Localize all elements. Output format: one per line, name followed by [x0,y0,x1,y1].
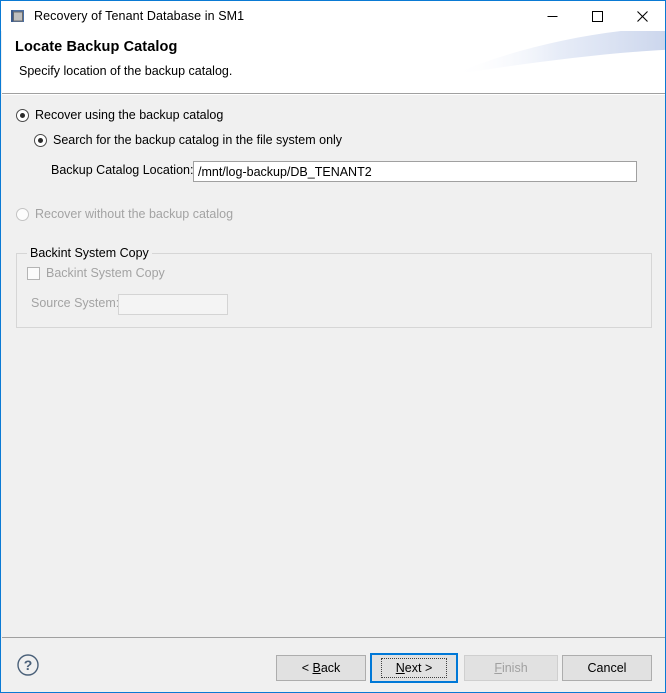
source-system-input[interactable] [118,294,228,315]
radio-recover-without-catalog[interactable]: Recover without the backup catalog [16,207,233,221]
source-system-row: Source System: [31,296,119,310]
back-button-label: < Back [301,661,341,675]
window-title: Recovery of Tenant Database in SM1 [34,9,245,23]
backint-system-copy-group: Backint System Copy Backint System Copy … [16,246,652,328]
radio-recover-using-catalog[interactable]: Recover using the backup catalog [16,108,223,122]
radio-recover-without-catalog-label: Recover without the backup catalog [35,207,234,221]
database-window-icon [10,8,26,24]
minimize-icon [547,15,558,17]
header-decoration-swoosh [452,31,665,75]
finish-button[interactable]: Finish [464,655,558,681]
radio-recover-using-catalog-label: Recover using the backup catalog [35,108,224,122]
finish-button-label: Finish [494,661,528,675]
cancel-button-label: Cancel [587,661,627,675]
checkbox-backint-system-copy-indicator [27,266,40,280]
wizard-content: Recover using the backup catalog Search … [2,95,665,637]
svg-text:?: ? [24,657,33,673]
radio-search-file-system-only[interactable]: Search for the backup catalog in the fil… [34,133,342,147]
close-icon [637,10,648,22]
next-button[interactable]: Next > [370,653,458,683]
radio-search-file-system-only-indicator [34,133,47,147]
page-title: Locate Backup Catalog [15,39,178,55]
cancel-button[interactable]: Cancel [562,655,652,681]
checkbox-backint-system-copy-label: Backint System Copy [46,266,165,280]
radio-recover-using-catalog-indicator [16,108,29,122]
backup-catalog-location-label: Backup Catalog Location: [51,163,194,177]
source-system-label: Source System: [31,296,120,310]
back-button[interactable]: < Back [276,655,366,681]
title-bar[interactable]: Recovery of Tenant Database in SM1 [1,1,665,31]
help-question-icon[interactable]: ? [16,653,40,677]
checkbox-backint-system-copy[interactable]: Backint System Copy [27,266,165,280]
wizard-window: Recovery of Tenant Database in SM1 Locat… [0,0,666,693]
backint-system-copy-group-title: Backint System Copy [27,246,152,260]
wizard-header: Locate Backup Catalog Specify location o… [2,31,665,93]
page-subtitle: Specify location of the backup catalog. [19,64,233,78]
backup-catalog-location-row: Backup Catalog Location: [51,163,201,177]
next-button-label: Next > [380,658,448,678]
window-controls [530,1,665,31]
radio-recover-without-catalog-indicator [16,207,29,221]
maximize-button[interactable] [575,1,620,31]
footer-separator [2,637,665,638]
radio-search-file-system-only-label: Search for the backup catalog in the fil… [53,133,343,147]
minimize-button[interactable] [530,1,575,31]
close-button[interactable] [620,1,665,31]
maximize-icon [592,10,603,22]
backup-catalog-location-input[interactable] [193,161,637,182]
